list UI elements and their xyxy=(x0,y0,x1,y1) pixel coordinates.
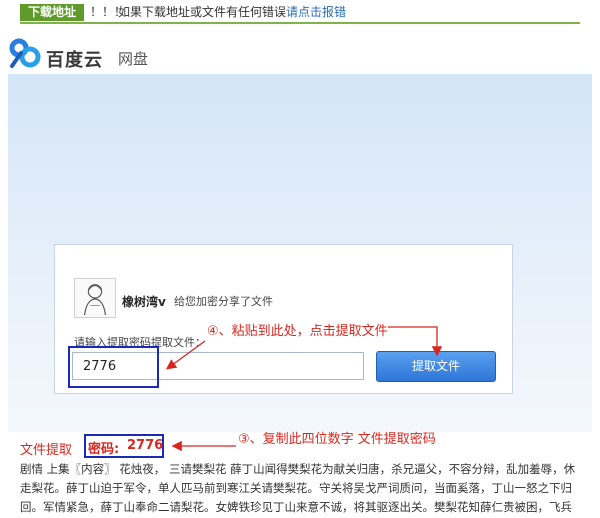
step4-annotation: ④、粘贴到此处，点击提取文件 xyxy=(207,324,388,339)
password-code[interactable]: 2776 xyxy=(127,438,163,453)
notice-divider xyxy=(20,22,580,24)
story-line: 剧情 上集〖内容〗 花烛夜， 三请樊梨花 薛丁山闻得樊梨花为献关归唐，杀兄逼父，… xyxy=(20,462,576,476)
download-tag: 下载地址 xyxy=(20,4,84,21)
story-line: 走梨花。薛丁山迫于军令，单人匹马前到寒江关请樊梨花。守关将吴戈严词质问，当面奚落… xyxy=(20,481,572,495)
story-paragraph: 剧情 上集〖内容〗 花烛夜， 三请樊梨花 薛丁山闻得樊梨花为献关归唐，杀兄逼父，… xyxy=(20,460,590,517)
password-prefix: 文件提取 xyxy=(20,443,73,458)
input-highlight-box xyxy=(68,346,159,388)
step3-annotation: ③、复制此四位数字 文件提取密码 xyxy=(238,432,436,447)
sketch-avatar-icon xyxy=(74,278,116,318)
extract-file-button[interactable]: 提取文件 xyxy=(376,351,496,382)
password-label: 密码: xyxy=(88,442,120,457)
share-description: 给您加密分享了文件 xyxy=(174,295,273,308)
baidu-cloud-logo-icon[interactable] xyxy=(8,36,42,70)
brand-subtitle: 网盘 xyxy=(118,50,149,68)
notice-message: 如果下载地址或文件有任何错误 xyxy=(118,5,287,19)
brand-name: 百度云 xyxy=(46,50,103,71)
sharer-username[interactable]: 橡树湾v xyxy=(122,293,166,310)
story-line: 回。军情紧急，薛丁山奉命二请梨花。女婢铁珍见丁山来意不诚，将其驱逐出关。樊梨花知… xyxy=(20,500,572,514)
report-error-link[interactable]: 请点击报错 xyxy=(286,4,346,21)
notice-bar: 下载地址 ！！！ 如果下载地址或文件有任何错误 请点击报错 xyxy=(0,0,600,22)
